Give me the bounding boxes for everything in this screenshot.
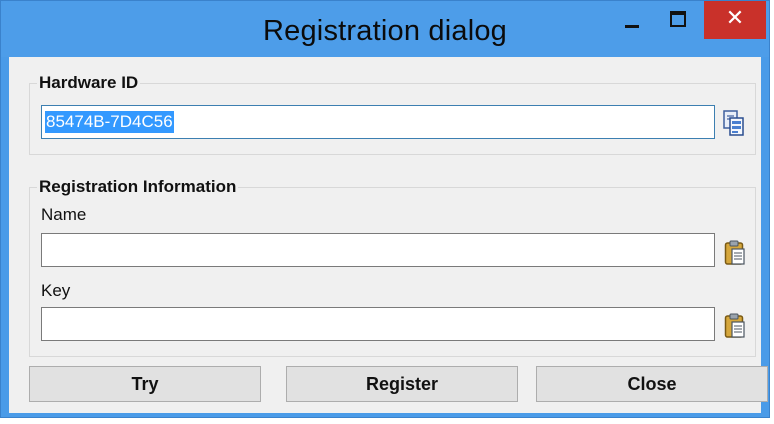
maximize-button[interactable] bbox=[655, 1, 701, 39]
try-button[interactable]: Try bbox=[29, 366, 261, 402]
dialog-client-area: Hardware ID 85474B-7D4C56 Registration I… bbox=[9, 57, 768, 413]
paste-name-button[interactable] bbox=[724, 240, 748, 268]
name-field[interactable] bbox=[41, 233, 715, 267]
key-field[interactable] bbox=[41, 307, 715, 341]
title-bar[interactable]: Registration dialog ✕ bbox=[1, 1, 769, 57]
copy-icon bbox=[723, 110, 744, 136]
close-button[interactable]: Close bbox=[536, 366, 768, 402]
register-button[interactable]: Register bbox=[286, 366, 518, 402]
registration-info-legend: Registration Information bbox=[37, 177, 239, 197]
paste-icon bbox=[724, 313, 745, 338]
copy-hardware-id-button[interactable] bbox=[722, 109, 746, 137]
minimize-button[interactable] bbox=[609, 1, 655, 39]
window-close-button[interactable]: ✕ bbox=[704, 1, 766, 39]
hardware-id-legend: Hardware ID bbox=[37, 73, 141, 93]
close-icon: ✕ bbox=[725, 6, 745, 31]
hardware-id-selected-text[interactable]: 85474B-7D4C56 bbox=[45, 111, 174, 133]
key-label: Key bbox=[41, 281, 71, 300]
paste-key-button[interactable] bbox=[724, 313, 748, 341]
paste-icon bbox=[724, 240, 745, 265]
maximize-icon bbox=[670, 11, 686, 27]
name-label: Name bbox=[41, 205, 87, 224]
registration-dialog-window: Registration dialog ✕ Hardware ID 85474B… bbox=[0, 0, 770, 418]
minimize-icon bbox=[625, 25, 639, 28]
